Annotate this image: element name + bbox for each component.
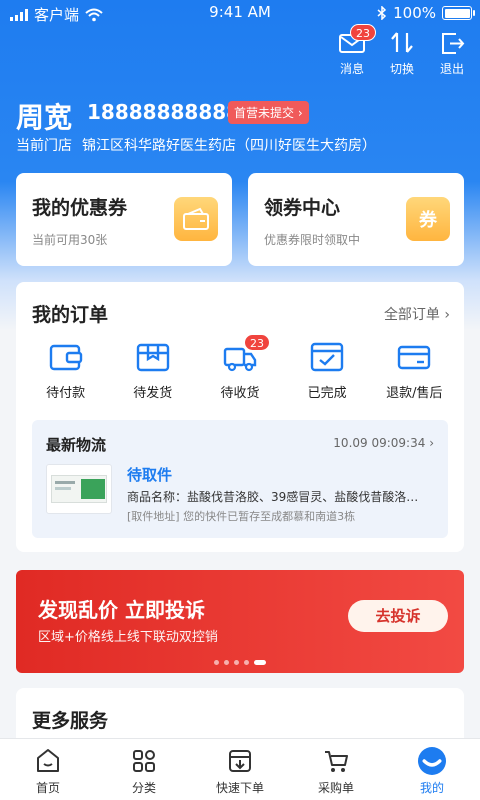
product-thumbnail — [46, 464, 112, 514]
my-orders-title: 我的订单 — [32, 304, 109, 326]
logistics-products: 商品名称：盐酸伐昔洛胶、39感冒灵、盐酸伐昔酸洛… — [127, 490, 419, 504]
category-icon — [133, 750, 155, 772]
banner-pagination — [16, 660, 464, 665]
all-orders-label: 全部订单 — [383, 307, 440, 323]
first-camp-status-tag[interactable]: 首营未提交 › — [228, 101, 309, 124]
my-coupons-card[interactable]: 我的优惠券 当前可用30张 — [16, 173, 232, 266]
home-icon — [37, 749, 59, 772]
pagination-dot — [244, 660, 249, 665]
order-pending-shipment-label: 待发货 — [133, 386, 173, 401]
chevron-right-icon: › — [429, 436, 434, 450]
switch-button[interactable]: 切换 — [386, 30, 418, 77]
status-bar: 客户端 9:41 AM 100% — [0, 0, 480, 26]
latest-logistics[interactable]: 最新物流 10.09 09:09:34 › 待取件 商品名称：盐酸伐昔洛胶、39… — [32, 420, 448, 538]
refund-icon — [398, 345, 431, 370]
tab-mine[interactable]: 我的 — [384, 739, 480, 800]
order-completed-label: 已完成 — [307, 386, 347, 401]
chevron-right-icon: › — [297, 106, 303, 120]
coupon-wallet-icon — [174, 197, 218, 241]
logistics-time: 10.09 09:09:34 › — [333, 436, 434, 450]
logistics-status: 待取件 — [127, 466, 173, 484]
pagination-dot — [234, 660, 239, 665]
package-icon — [136, 343, 169, 372]
banner-title: 发现乱价 立即投诉 — [38, 598, 205, 622]
pagination-dot — [214, 660, 219, 665]
cart-icon — [325, 751, 348, 772]
tab-home[interactable]: 首页 — [0, 739, 96, 800]
my-orders-card: 我的订单 全部订单 › 待付款 待发货 23 待收货 已完成 退款/售后 最新物… — [16, 282, 464, 552]
more-services-title: 更多服务 — [32, 710, 109, 732]
coupon-ticket-icon: 券 — [406, 197, 450, 241]
order-pending-receipt[interactable]: 23 待收货 — [202, 334, 278, 401]
price-complaint-banner[interactable]: 发现乱价 立即投诉 区域+价格线上线下联动双控销 去投诉 — [16, 570, 464, 673]
check-icon — [310, 342, 344, 372]
logistics-pickup-address: [取件地址] 您的快件已暂存至成都慕和南道3栋 — [127, 510, 356, 523]
switch-label: 切换 — [389, 62, 414, 76]
order-pending-receipt-label: 待收货 — [220, 386, 260, 401]
pagination-dot — [224, 660, 229, 665]
pagination-dot-active — [254, 660, 266, 665]
battery-icon — [442, 6, 475, 20]
order-pending-shipment[interactable]: 待发货 — [115, 340, 191, 401]
coupon-center-card[interactable]: 领券中心 优惠券限时领取中 券 — [248, 173, 464, 266]
user-phone: 18888888888 — [87, 100, 241, 124]
order-refund-aftersale[interactable]: 退款/售后 — [376, 340, 452, 401]
order-pending-payment[interactable]: 待付款 — [28, 340, 104, 401]
order-completed[interactable]: 已完成 — [289, 340, 365, 401]
status-tag-label: 首营未提交 — [234, 106, 295, 120]
logout-button[interactable]: 退出 — [436, 30, 468, 77]
tab-category-label: 分类 — [131, 781, 156, 795]
switch-icon — [391, 32, 413, 53]
messages-label: 消息 — [339, 62, 364, 76]
logistics-time-value: 10.09 09:09:34 — [333, 436, 426, 450]
all-orders-link[interactable]: 全部订单 › — [384, 304, 450, 324]
tab-quick-order-label: 快速下单 — [215, 781, 264, 795]
tab-home-label: 首页 — [35, 781, 60, 795]
tab-quick-order[interactable]: 快速下单 — [192, 739, 288, 800]
my-coupons-title: 我的优惠券 — [32, 197, 128, 219]
quick-order-icon — [229, 750, 251, 772]
logout-icon — [442, 33, 465, 54]
messages-badge: 23 — [350, 24, 376, 41]
order-pending-payment-label: 待付款 — [46, 386, 86, 401]
complain-button[interactable]: 去投诉 — [348, 600, 448, 632]
bluetooth-icon — [377, 6, 387, 20]
coupon-center-subtitle: 优惠券限时领取中 — [264, 233, 361, 247]
banner-subtitle: 区域+价格线上线下联动双控销 — [38, 630, 218, 645]
top-actions: 23 消息 切换 退出 — [336, 24, 468, 77]
my-coupons-subtitle: 当前可用30张 — [32, 233, 108, 247]
messages-button[interactable]: 23 消息 — [336, 24, 376, 77]
coupon-center-title: 领券中心 — [264, 197, 341, 219]
logistics-title: 最新物流 — [46, 436, 107, 454]
bottom-tab-bar: 首页 分类 快速下单 采购单 我的 — [0, 738, 480, 800]
tab-purchase-list-label: 采购单 — [317, 781, 354, 795]
profile-icon — [418, 747, 446, 775]
current-store: 当前门店 锦江区科华路好医生药店（四川好医生大药房） — [16, 135, 376, 155]
logout-label: 退出 — [439, 62, 464, 76]
battery-percent: 100% — [393, 4, 436, 22]
user-name: 周宽 — [16, 101, 73, 134]
order-refund-aftersale-label: 退款/售后 — [386, 386, 443, 401]
tab-category[interactable]: 分类 — [96, 739, 192, 800]
chevron-right-icon: › — [444, 307, 450, 323]
store-label: 当前门店 — [16, 138, 72, 154]
tab-purchase-list[interactable]: 采购单 — [288, 739, 384, 800]
wallet-icon — [49, 344, 82, 371]
pending-receipt-badge: 23 — [243, 334, 270, 351]
store-name: 锦江区科华路好医生药店（四川好医生大药房） — [82, 138, 376, 154]
tab-mine-label: 我的 — [419, 781, 444, 795]
